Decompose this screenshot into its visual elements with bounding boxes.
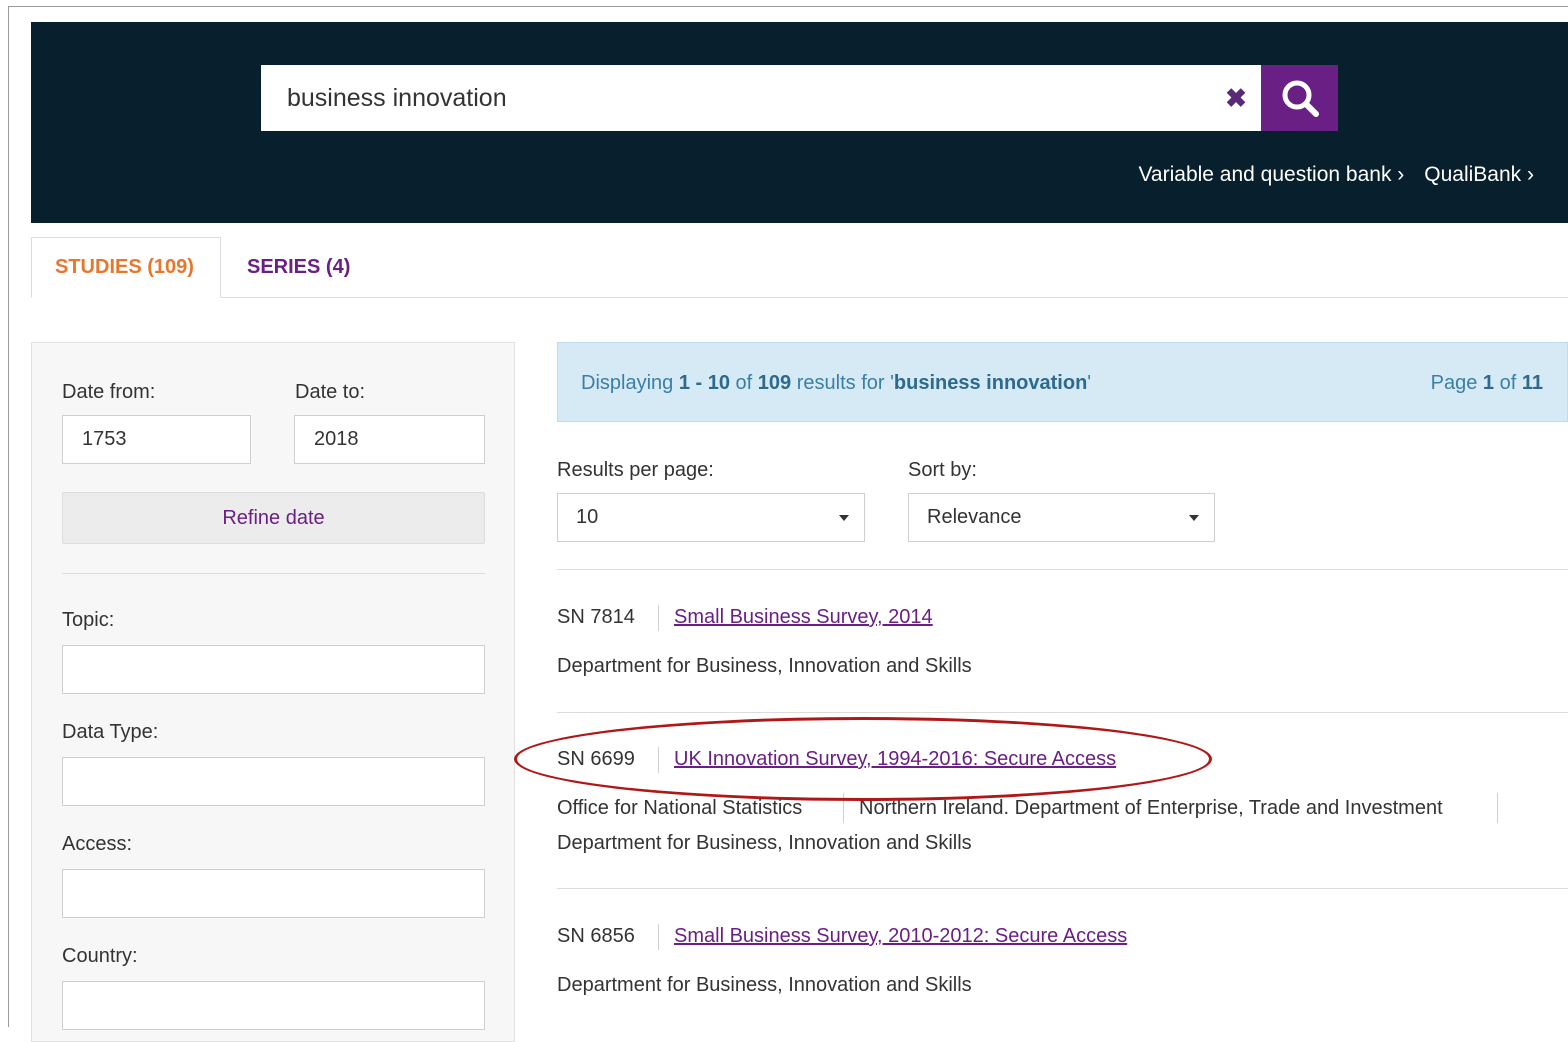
separator	[843, 793, 844, 823]
access-field[interactable]	[62, 869, 485, 918]
study-number: SN 7814	[557, 606, 635, 628]
tab-studies[interactable]: STUDIES (109)	[31, 237, 221, 298]
page-frame-top	[8, 6, 1568, 7]
separator	[658, 605, 659, 631]
topic-label: Topic:	[62, 609, 115, 631]
search-box: ✖	[261, 65, 1261, 131]
results-per-page-label: Results per page:	[557, 459, 714, 481]
dropdown-caret-icon	[1189, 515, 1199, 521]
site-header: ✖ Variable and question bank › QualiBank…	[31, 22, 1568, 223]
data-type-label: Data Type:	[62, 721, 159, 743]
search-icon	[1282, 80, 1319, 117]
qualibank-link[interactable]: QualiBank ›	[1424, 163, 1534, 187]
depositor: Office for National Statistics	[557, 797, 803, 819]
separator	[1497, 793, 1498, 823]
results-info-bar: Displaying 1 - 10 of 109 results for 'bu…	[557, 342, 1568, 422]
date-from-field[interactable]	[62, 415, 251, 464]
results-summary: Displaying 1 - 10 of 109 results for 'bu…	[581, 372, 1092, 394]
tab-series[interactable]: SERIES (4)	[247, 237, 350, 298]
study-number: SN 6856	[557, 925, 635, 947]
results-divider	[557, 569, 1568, 570]
separator	[658, 747, 659, 773]
refine-date-button[interactable]: Refine date	[62, 492, 485, 544]
sort-by-value: Relevance	[927, 506, 1022, 528]
country-field[interactable]	[62, 981, 485, 1030]
study-title-link[interactable]: Small Business Survey, 2014	[674, 606, 933, 629]
access-label: Access:	[62, 833, 133, 855]
study-title-link[interactable]: UK Innovation Survey, 1994-2016: Secure …	[674, 748, 1116, 771]
date-to-field[interactable]	[294, 415, 485, 464]
sidebar-divider	[62, 573, 485, 574]
depositor: Department for Business, Innovation and …	[557, 974, 972, 996]
study-title-link[interactable]: Small Business Survey, 2010-2012: Secure…	[674, 925, 1127, 948]
variable-question-bank-link[interactable]: Variable and question bank ›	[1138, 163, 1404, 187]
study-number: SN 6699	[557, 748, 635, 770]
sort-by-select[interactable]: Relevance	[908, 493, 1215, 542]
topic-field[interactable]	[62, 645, 485, 694]
header-links: Variable and question bank › QualiBank ›	[1138, 163, 1534, 187]
results-per-page-value: 10	[576, 506, 599, 528]
depositor: Department for Business, Innovation and …	[557, 655, 972, 677]
results-divider	[557, 888, 1568, 889]
separator	[658, 924, 659, 950]
page-frame-left	[8, 6, 9, 1027]
clear-search-icon[interactable]: ✖	[1211, 65, 1261, 131]
depositor: Department for Business, Innovation and …	[557, 832, 972, 854]
page-indicator: Page 1 of 11	[1430, 372, 1543, 394]
results-divider	[557, 712, 1568, 713]
sort-by-label: Sort by:	[908, 459, 977, 481]
date-to-label: Date to:	[295, 381, 366, 403]
results-per-page-select[interactable]: 10	[557, 493, 865, 542]
depositor: Northern Ireland. Department of Enterpri…	[859, 797, 1443, 819]
dropdown-caret-icon	[839, 515, 849, 521]
search-button[interactable]	[1261, 65, 1338, 131]
country-label: Country:	[62, 945, 138, 967]
date-from-label: Date from:	[62, 381, 156, 403]
data-type-field[interactable]	[62, 757, 485, 806]
search-input[interactable]	[261, 65, 1211, 131]
filter-sidebar: Date from: Date to: Refine date Topic: D…	[31, 342, 515, 1042]
